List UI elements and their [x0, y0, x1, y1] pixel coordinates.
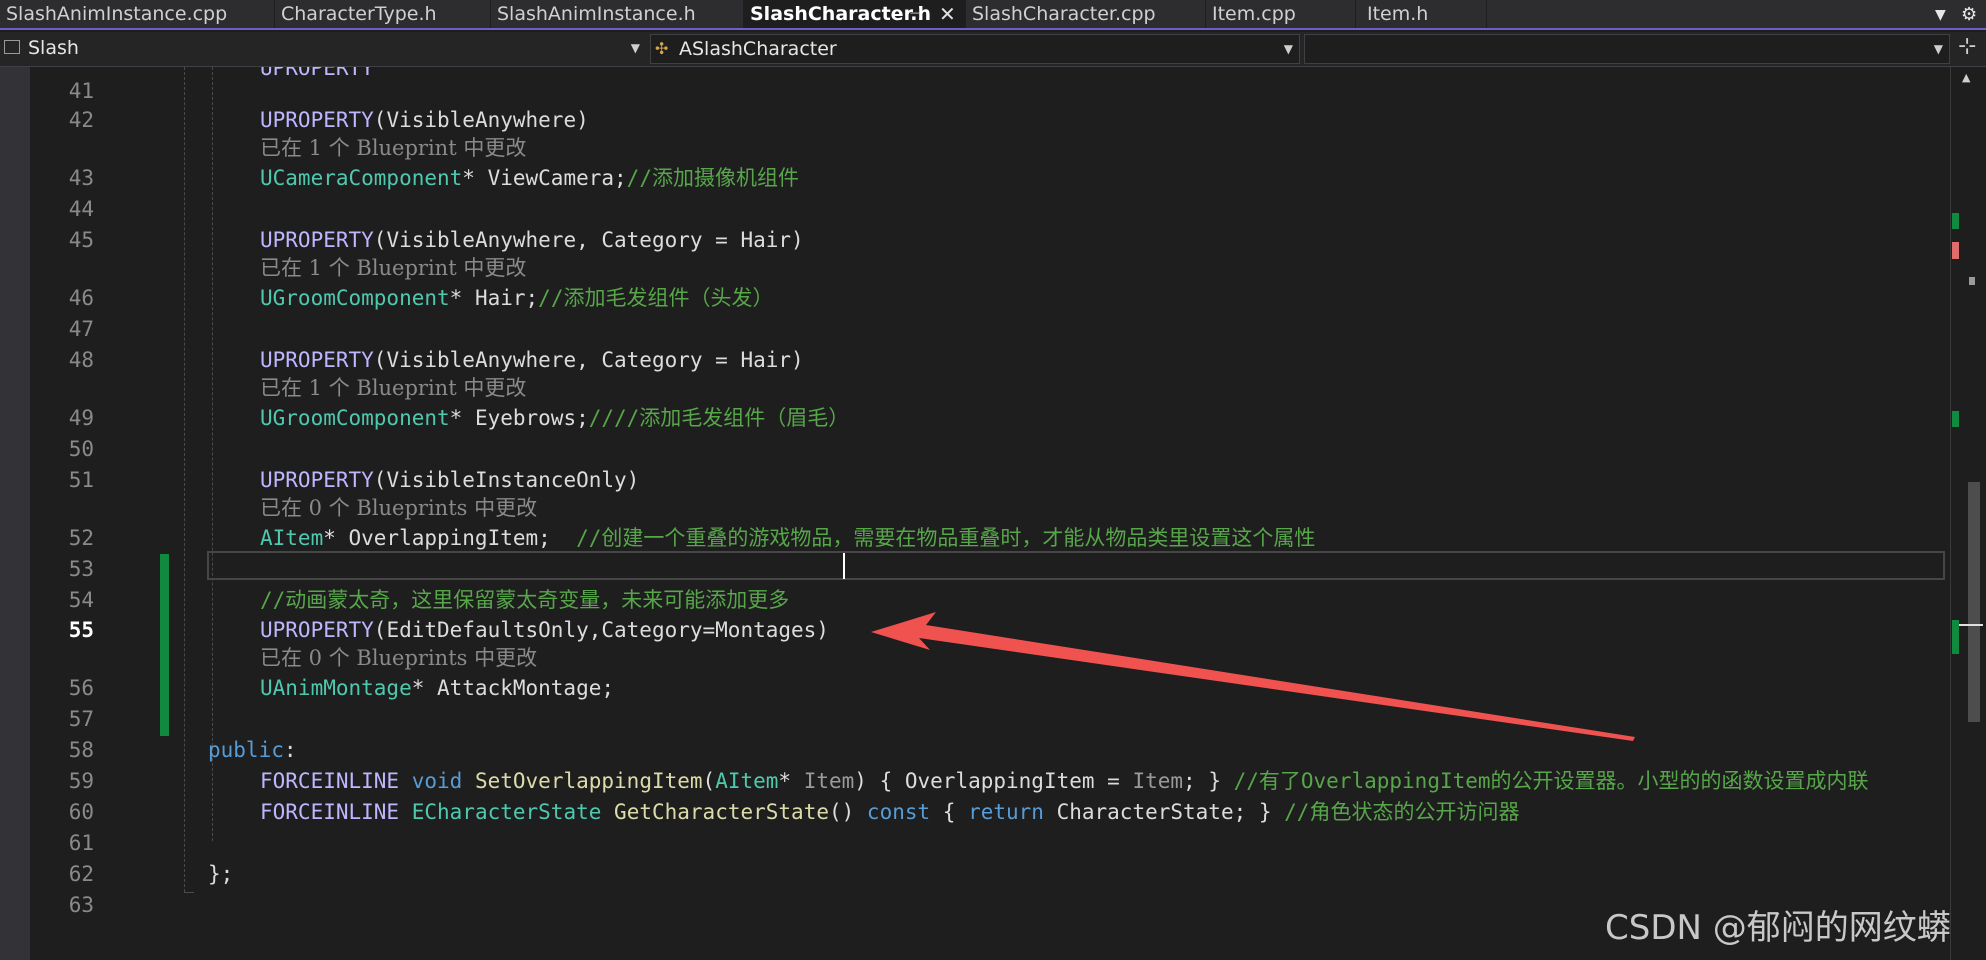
watermark: CSDN @郁闷的网纹蟒	[1605, 908, 1951, 948]
red-arrow-icon	[871, 612, 1635, 741]
annotation-arrow	[871, 612, 1635, 741]
